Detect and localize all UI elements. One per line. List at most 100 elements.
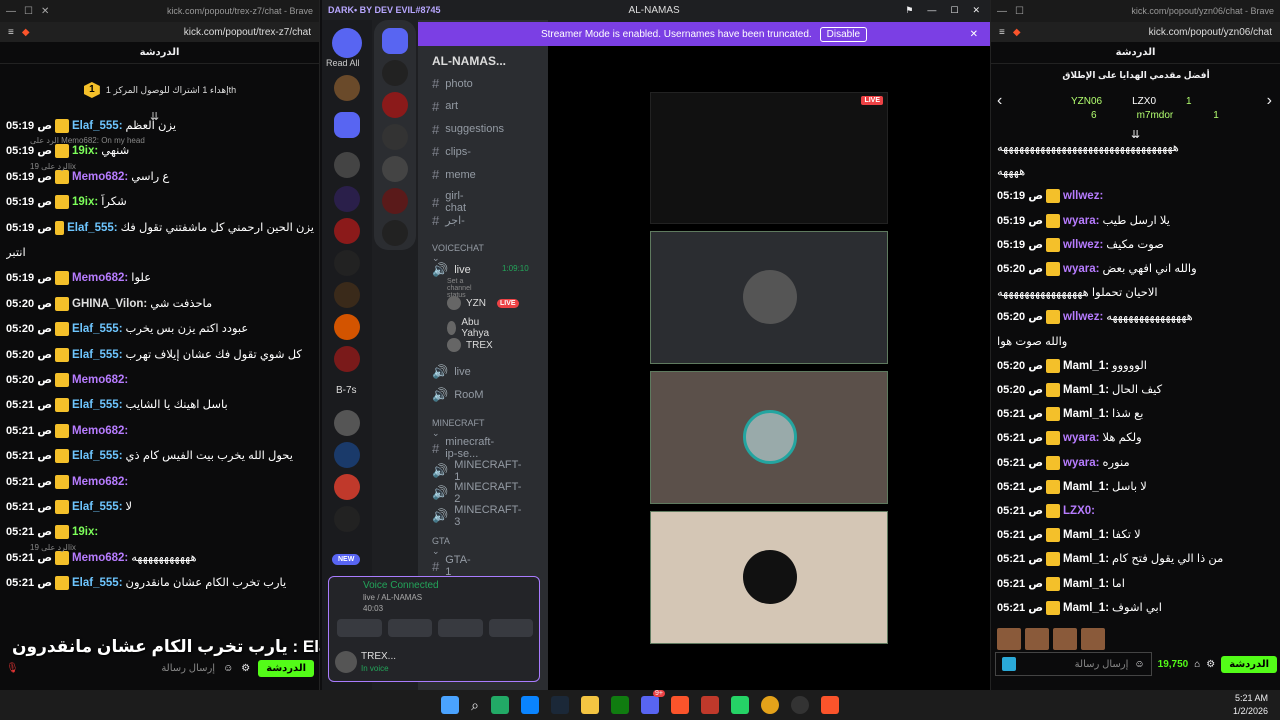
- chat-message[interactable]: 05:21 ص wyara: ولكم هلا: [997, 430, 1275, 446]
- chat-message[interactable]: 05:21 ص 19ix:: [6, 524, 314, 540]
- video-tile[interactable]: [650, 371, 888, 504]
- chat-message[interactable]: 05:19 ص wllwez: صوت مكيف: [997, 237, 1275, 253]
- chat-message[interactable]: 05:20 ص Maml_1: الووووو: [997, 358, 1275, 374]
- emote-icon[interactable]: [1053, 628, 1077, 650]
- settings-icon[interactable]: ⚙: [1206, 659, 1215, 670]
- message-username[interactable]: Memo682:: [72, 372, 128, 388]
- chat-message[interactable]: 05:19 ص wyara: يلا ارسل طيب: [997, 213, 1275, 229]
- voice-user[interactable]: TREX: [447, 338, 493, 352]
- discord-icon[interactable]: 9+: [640, 690, 665, 714]
- server-icon[interactable]: [334, 474, 360, 500]
- text-channel[interactable]: # art: [432, 99, 458, 114]
- chat-message[interactable]: 05:20 ص Elaf_555: عبودد اكتم يزن بس يخرب: [6, 321, 314, 337]
- emoji-icon[interactable]: ☺: [1134, 659, 1144, 670]
- chat-message[interactable]: 05:21 ص Maml_1: لا باسل: [997, 479, 1275, 495]
- message-username[interactable]: Maml_1:: [1063, 600, 1109, 616]
- server-icon[interactable]: [334, 152, 360, 178]
- message-username[interactable]: Maml_1:: [1063, 406, 1109, 422]
- edge-icon[interactable]: [520, 696, 539, 714]
- reply-context[interactable]: الرد على 19ix: [30, 543, 76, 552]
- server-icon[interactable]: [334, 346, 360, 372]
- message-username[interactable]: Maml_1:: [1063, 576, 1109, 592]
- emote-icon[interactable]: [997, 628, 1021, 650]
- mic-icon[interactable]: 🎙: [6, 663, 19, 674]
- chat-message[interactable]: 05:20 ص wyara: والله اني افهي بعض: [997, 261, 1275, 277]
- server-icon[interactable]: [334, 506, 360, 532]
- text-channel[interactable]: # minecraft-ip-se...: [432, 436, 494, 460]
- close-icon[interactable]: ✕: [972, 5, 980, 16]
- server-icon[interactable]: [382, 220, 408, 246]
- message-username[interactable]: wyara:: [1063, 455, 1099, 471]
- category-header[interactable]: VOICECHAT ⌄: [432, 243, 484, 264]
- xbox-icon[interactable]: [610, 696, 629, 714]
- app-icon[interactable]: [790, 696, 809, 714]
- screenshare-button[interactable]: [387, 619, 432, 637]
- whatsapp-icon[interactable]: [730, 696, 749, 714]
- brave-icon[interactable]: [670, 696, 689, 714]
- chat-message[interactable]: 05:21 ص Maml_1: بع شذا: [997, 406, 1275, 422]
- chat-message[interactable]: انتبر: [6, 245, 314, 261]
- message-username[interactable]: GHINA_Vilon:: [72, 296, 147, 312]
- server-icon[interactable]: [334, 218, 360, 244]
- message-username[interactable]: Memo682:: [72, 169, 128, 185]
- chat-message[interactable]: 05:21 ص Maml_1: من ذا الي يقول فتح كام: [997, 551, 1275, 567]
- message-username[interactable]: Elaf_555:: [72, 499, 123, 515]
- message-username[interactable]: wyara:: [1063, 213, 1099, 229]
- chat-message[interactable]: 05:19 ص 19ix: شنهي: [6, 143, 314, 159]
- chat-message[interactable]: 05:21 ص wyara: منوره: [997, 455, 1275, 471]
- text-channel[interactable]: # clips-: [432, 144, 471, 159]
- voice-user[interactable]: YZN LIVE: [447, 296, 519, 310]
- message-username[interactable]: Elaf_555:: [72, 347, 123, 363]
- chat-message[interactable]: 05:19 ص Elaf_555: يزن الحين ارحمني كل ماشف…: [6, 220, 314, 236]
- chat-message[interactable]: 05:21 ص Maml_1: ابي اشوف: [997, 600, 1275, 616]
- reply-context[interactable]: الرد على 19ix: [30, 162, 76, 171]
- server-icon[interactable]: [382, 92, 408, 118]
- message-username[interactable]: 19ix:: [72, 143, 98, 159]
- message-username[interactable]: wllwez:: [1063, 188, 1103, 204]
- message-input[interactable]: إرسال رسالة ☺: [995, 652, 1152, 676]
- message-username[interactable]: Maml_1:: [1063, 527, 1109, 543]
- text-channel[interactable]: # girl-chat: [432, 190, 466, 214]
- brave-icon[interactable]: [820, 696, 839, 714]
- chat-message[interactable]: 05:21 ص Elaf_555: يارب تخرب الكام عشان مان…: [6, 575, 314, 591]
- folder-icon[interactable]: [580, 696, 599, 714]
- chat-message[interactable]: 05:19 ص 19ix: شكراً: [6, 194, 314, 210]
- server-icon[interactable]: [382, 156, 408, 182]
- soundboard-button[interactable]: [488, 619, 533, 637]
- message-username[interactable]: 19ix:: [72, 524, 98, 540]
- voice-channel[interactable]: 🔊 MINECRAFT-1: [432, 459, 521, 483]
- voice-channel[interactable]: 🔊 MINECRAFT-2: [432, 481, 521, 505]
- chat-message[interactable]: الاحيان تحملوا ههههههههههههههههه: [997, 285, 1275, 301]
- text-channel[interactable]: # photo: [432, 76, 473, 91]
- send-button[interactable]: الدردشة: [1221, 655, 1277, 673]
- chrome-icon[interactable]: [760, 696, 779, 714]
- search-icon[interactable]: ⌕: [471, 697, 479, 714]
- message-username[interactable]: Memo682:: [72, 550, 128, 566]
- message-username[interactable]: Elaf_555:: [67, 220, 118, 236]
- text-channel[interactable]: # meme: [432, 167, 476, 182]
- chat-message[interactable]: 05:21 ص Elaf_555: يحول الله يخرب بيت الفيس…: [6, 448, 314, 464]
- emote-icon[interactable]: [1025, 628, 1049, 650]
- message-username[interactable]: LZX0:: [1063, 503, 1095, 519]
- chat-message[interactable]: 05:20 ص wllwez: هههههههههههههههه: [997, 309, 1275, 325]
- chat-message[interactable]: والله صوت هوا: [997, 334, 1275, 350]
- chat-message[interactable]: 05:20 ص Maml_1: كيف الحال: [997, 382, 1275, 398]
- chat-message[interactable]: 05:20 ص Memo682:: [6, 372, 314, 388]
- video-tile[interactable]: [650, 231, 888, 364]
- chat-message[interactable]: 05:21 ص LZX0:: [997, 503, 1275, 519]
- chat-message[interactable]: 05:19 ص Memo682: ع راسي: [6, 169, 314, 185]
- inbox-icon[interactable]: ⚑: [905, 5, 913, 16]
- video-tile[interactable]: [650, 511, 888, 644]
- send-button[interactable]: الدردشة: [258, 659, 314, 677]
- server-icon[interactable]: [334, 282, 360, 308]
- message-input[interactable]: إرسال رسالة: [27, 663, 215, 674]
- message-username[interactable]: wllwez:: [1063, 309, 1103, 325]
- server-icon[interactable]: [334, 75, 360, 101]
- chat-message[interactable]: 05:21 ص Elaf_555: لا: [6, 499, 314, 515]
- emoji-icon[interactable]: ☺: [223, 663, 233, 674]
- chat-message[interactable]: 05:20 ص Elaf_555: كل شوي تقول فك عشان إيلا…: [6, 347, 314, 363]
- chat-message[interactable]: 05:21 ص Memo682:: [6, 474, 314, 490]
- server-b7s[interactable]: B-7s: [336, 385, 357, 396]
- message-username[interactable]: Elaf_555:: [72, 118, 123, 134]
- discord-home-icon[interactable]: [332, 28, 362, 58]
